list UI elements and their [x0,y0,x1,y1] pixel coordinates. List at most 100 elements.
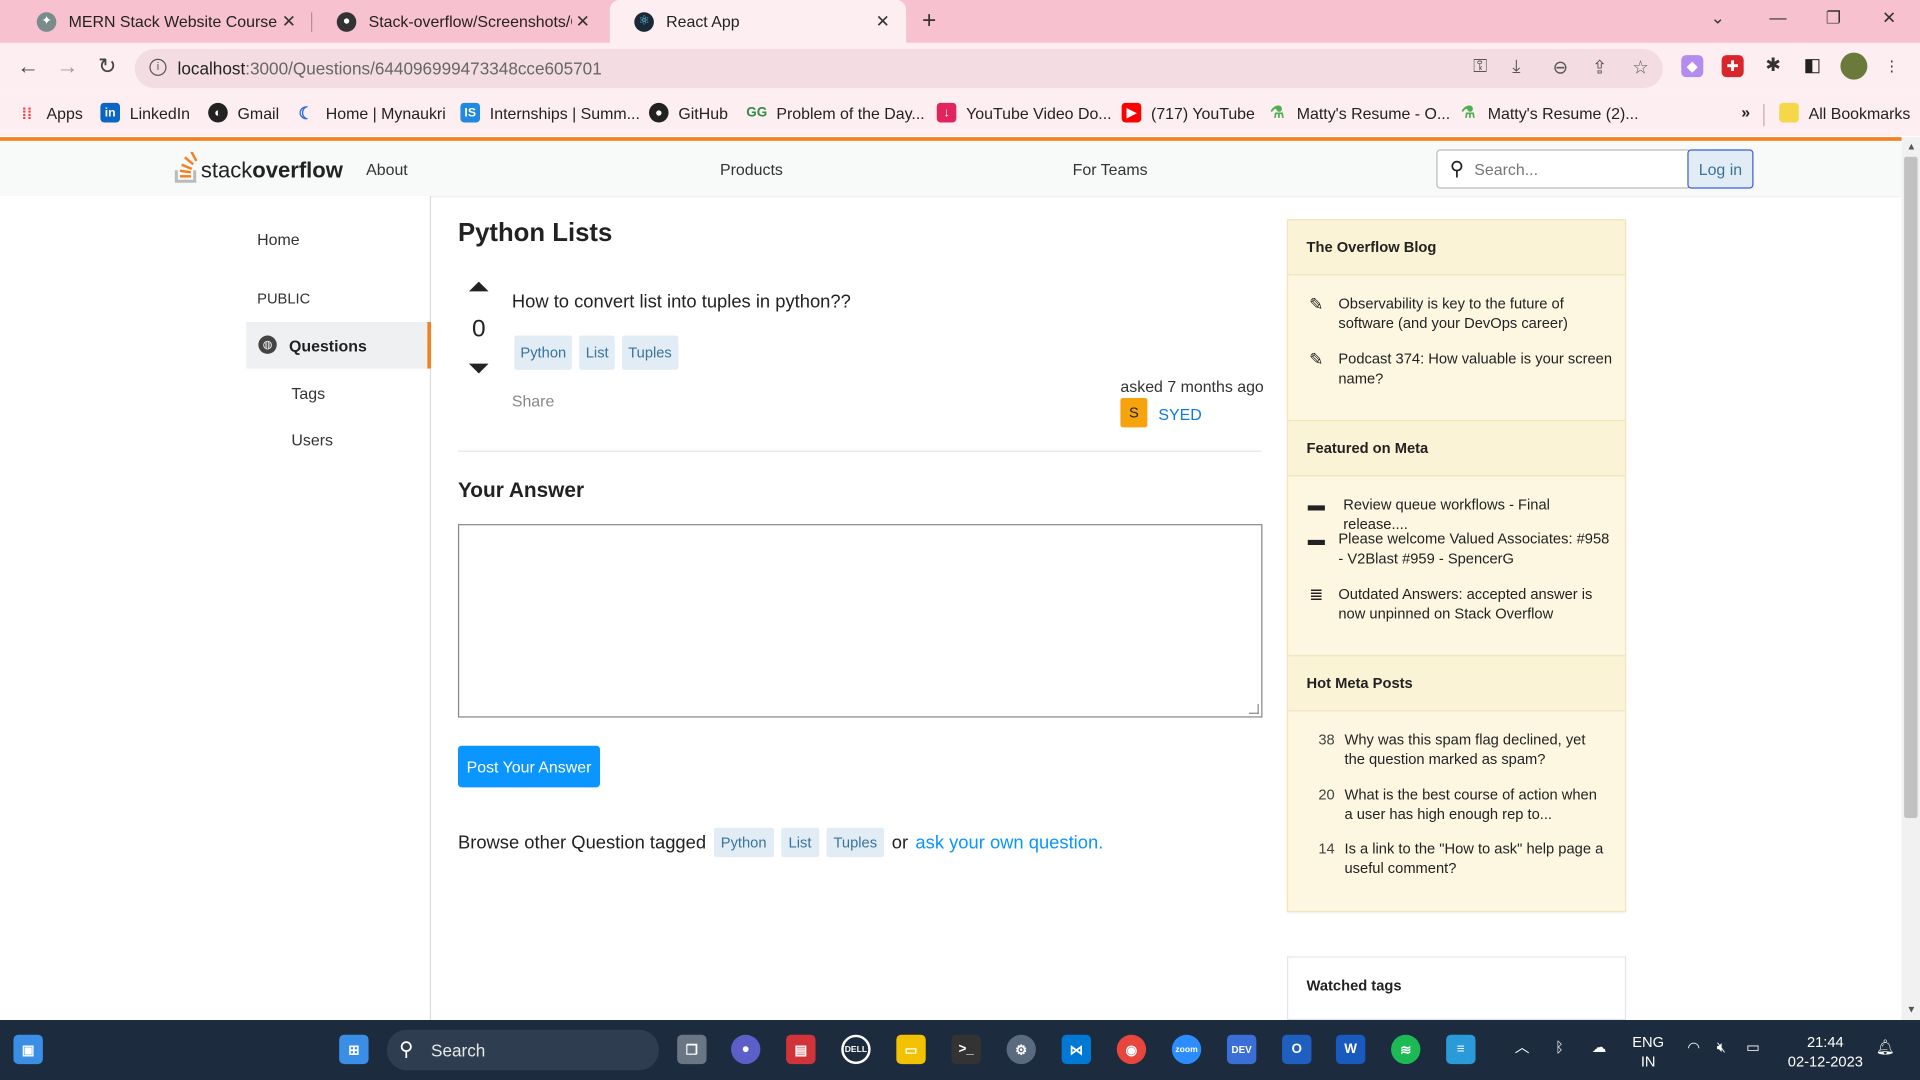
bookmark-resume-1[interactable]: ⚗ Matty's Resume - O... [1267,103,1450,123]
meta-item[interactable]: ▬ Please welcome Valued Associates: #958 … [1307,529,1616,568]
bookmark-linkedin[interactable]: in LinkedIn [100,102,190,123]
bookmark-apps[interactable]: ⁞⁞ Apps [17,103,83,123]
browse-tag-python[interactable]: Python [713,827,774,858]
hot-post-item[interactable]: 14 Is a link to the "How to ask" help pag… [1300,839,1609,878]
notification-bell-icon[interactable]: 🔔︎ [1876,1037,1895,1057]
nav-for-teams[interactable]: For Teams [1073,160,1148,178]
url-text[interactable]: localhost:3000/Questions/644096999473348… [178,59,602,79]
cloud-offline-icon[interactable]: ☁ [1592,1037,1607,1057]
site-info-icon[interactable]: i [149,58,167,76]
bookmark-resume-2[interactable]: ⚗ Matty's Resume (2)... [1458,103,1638,123]
bookmark-gfg[interactable]: GG Problem of the Day... [746,103,924,123]
word-icon[interactable]: W [1335,1034,1366,1065]
tag-tuples[interactable]: Tuples [622,335,678,370]
browse-tag-list[interactable]: List [781,827,819,858]
bookmark-gmail[interactable]: ◐ Gmail [208,102,279,123]
vscode-icon[interactable]: ⋈ [1061,1034,1092,1065]
install-icon[interactable]: ⤓ [1512,56,1520,77]
all-bookmarks[interactable]: All Bookmarks [1779,102,1910,123]
page-scrollbar[interactable]: ▲ ▼ [1901,137,1920,1021]
close-tab-icon[interactable]: ✕ [872,11,894,32]
bookmark-github[interactable]: ● GitHub [648,102,728,123]
outlook-icon[interactable]: O [1282,1034,1312,1065]
clock[interactable]: 21:44 02-12-2023 [1788,1032,1863,1071]
key-icon[interactable]: ⚿ [1473,56,1487,77]
bookmark-youtube-downloader[interactable]: ↓ YouTube Video Do... [936,102,1112,123]
share-link[interactable]: Share [512,392,554,410]
new-tab-plus-icon[interactable]: + [922,7,936,35]
dev-icon[interactable]: DEV [1226,1034,1257,1065]
browse-tag-tuples[interactable]: Tuples [826,827,885,858]
notepad-icon[interactable]: ≡ [1446,1034,1476,1065]
language-indicator[interactable]: ENG IN [1632,1032,1664,1071]
hot-post-item[interactable]: 20 What is the best course of action when… [1300,785,1609,824]
sidebar-item-users[interactable]: Users [291,431,333,449]
scroll-down-icon[interactable]: ▼ [1907,1004,1917,1015]
nav-products[interactable]: Products [720,160,783,178]
news-icon[interactable]: ▤ [786,1034,816,1065]
extensions-puzzle-icon[interactable]: ✱ [1762,55,1784,77]
minimize-icon[interactable]: — [1769,7,1786,27]
file-explorer-icon[interactable]: ▭ [896,1034,926,1065]
nav-about[interactable]: About [366,160,408,178]
extension-red-icon[interactable]: ✚ [1721,55,1744,78]
bookmarks-overflow-chevron-icon[interactable]: » [1741,103,1750,121]
close-tab-icon[interactable]: ✕ [572,11,594,32]
login-button[interactable]: Log in [1687,149,1754,189]
start-windows-icon[interactable]: ⊞ [339,1034,369,1065]
stackoverflow-logo[interactable]: stack overflow [174,151,343,184]
bookmark-star-icon[interactable]: ☆ [1632,56,1648,79]
tab-search-chevron-icon[interactable]: ⌄ [1711,7,1725,28]
search-input[interactable] [1474,156,1683,182]
share-page-icon[interactable]: ⇪ [1592,56,1607,79]
menu-kebab-icon[interactable]: ⋮ [1881,55,1903,77]
back-arrow-icon[interactable]: ← [17,54,39,80]
taskbar-search[interactable]: ⚲ Search [386,1029,659,1071]
tab-mern-course[interactable]: ✦ MERN Stack Website Course ✕ [12,0,312,43]
volume-muted-icon[interactable]: 🔇︎ [1717,1037,1726,1057]
forward-arrow-icon[interactable]: → [56,54,78,80]
resize-handle-icon[interactable] [1248,704,1259,714]
bookmark-youtube[interactable]: ▶ (717) YouTube [1121,102,1255,123]
scroll-up-icon[interactable]: ▲ [1907,141,1917,152]
post-answer-button[interactable]: Post Your Answer [457,745,601,788]
upvote-icon[interactable] [468,281,489,292]
battery-icon[interactable]: ▭ [1746,1037,1760,1057]
spotify-icon[interactable]: ≋ [1391,1034,1421,1065]
blog-item[interactable]: ✎ Observability is key to the future of s… [1307,294,1616,333]
scrollbar-thumb[interactable] [1904,156,1918,818]
downvote-icon[interactable] [468,363,489,374]
settings-gear-icon[interactable]: ⚙ [1006,1034,1036,1065]
restore-icon[interactable]: ❐ [1826,7,1841,28]
meta-item[interactable]: ≣ Outdated Answers: accepted answer is no… [1307,584,1616,623]
widgets-icon[interactable]: ▣ [13,1034,43,1065]
close-tab-icon[interactable]: ✕ [278,11,300,32]
tag-list[interactable]: List [579,335,615,370]
hot-post-item[interactable]: 38 Why was this spam flag declined, yet t… [1300,730,1609,769]
address-bar[interactable]: i localhost:3000/Questions/6440969994733… [134,48,1663,89]
tag-python[interactable]: Python [514,335,573,370]
teams-chat-icon[interactable]: ● [731,1034,761,1065]
search-box[interactable]: ⚲ [1436,149,1692,189]
terminal-icon[interactable]: >_ [951,1034,981,1065]
ask-question-link[interactable]: ask your own question. [915,832,1103,853]
zoom-icon[interactable]: ⊖ [1553,56,1568,79]
reload-icon[interactable]: ↻ [98,54,116,80]
user-name-link[interactable]: SYED [1158,405,1201,423]
sidebar-item-tags[interactable]: Tags [291,384,325,402]
sidebar-item-questions[interactable]: ◍ Questions [246,322,432,369]
dell-icon[interactable]: DELL [841,1034,871,1065]
profile-avatar[interactable] [1840,52,1868,80]
bluetooth-icon[interactable]: ᛒ [1555,1037,1564,1057]
blog-item[interactable]: ✎ Podcast 374: How valuable is your scree… [1307,349,1616,388]
zoom-icon[interactable]: zoom [1171,1034,1202,1065]
wifi-icon[interactable]: ◠ [1687,1037,1700,1057]
extension-gem-icon[interactable]: ◆ [1681,55,1704,78]
answer-textarea[interactable] [457,524,1263,718]
close-window-icon[interactable]: ✕ [1882,7,1896,28]
tab-stack-overflow-github[interactable]: ● Stack-overflow/Screenshots/Qu ✕ [312,0,606,43]
side-panel-icon[interactable]: ◧ [1801,55,1823,77]
task-view-icon[interactable]: ❐ [677,1034,707,1065]
sidebar-item-home[interactable]: Home [257,230,299,248]
tray-chevron-icon[interactable]: ︿ [1515,1037,1530,1057]
